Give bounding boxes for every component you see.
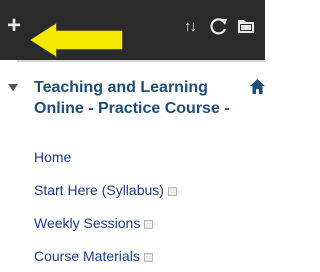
- course-title-line-2: Online - Practice Course -: [34, 100, 229, 117]
- folder-icon[interactable]: [236, 16, 256, 36]
- divider: [17, 60, 265, 62]
- hidden-item-icon: [143, 252, 153, 262]
- hidden-item-icon: [144, 219, 154, 229]
- hidden-item-icon: [167, 186, 177, 196]
- sort-icon[interactable]: ↑↓: [184, 19, 197, 34]
- arrow-left-icon: [27, 20, 124, 60]
- refresh-icon[interactable]: [209, 15, 229, 37]
- add-menu-item-button[interactable]: +: [7, 14, 21, 38]
- menu-item-label: Home: [34, 149, 72, 165]
- menu-item-label: Course Materials: [34, 248, 140, 264]
- course-title-line-1: Teaching and Learning: [34, 79, 208, 96]
- collapse-toggle-icon[interactable]: [8, 84, 18, 91]
- menu-item-label: Weekly Sessions: [34, 215, 141, 231]
- home-icon[interactable]: [249, 78, 266, 95]
- menu-item-start-here[interactable]: Start Here (Syllabus): [34, 180, 177, 200]
- menu-item-label: Start Here (Syllabus): [34, 182, 164, 198]
- course-title[interactable]: Teaching and Learning Online - Practice …: [34, 77, 229, 119]
- menu-item-weekly-sessions[interactable]: Weekly Sessions: [34, 213, 154, 233]
- course-menu-toolbar: + ↑↓: [0, 0, 265, 60]
- menu-item-course-materials[interactable]: Course Materials: [34, 246, 153, 266]
- menu-item-home[interactable]: Home: [34, 147, 71, 167]
